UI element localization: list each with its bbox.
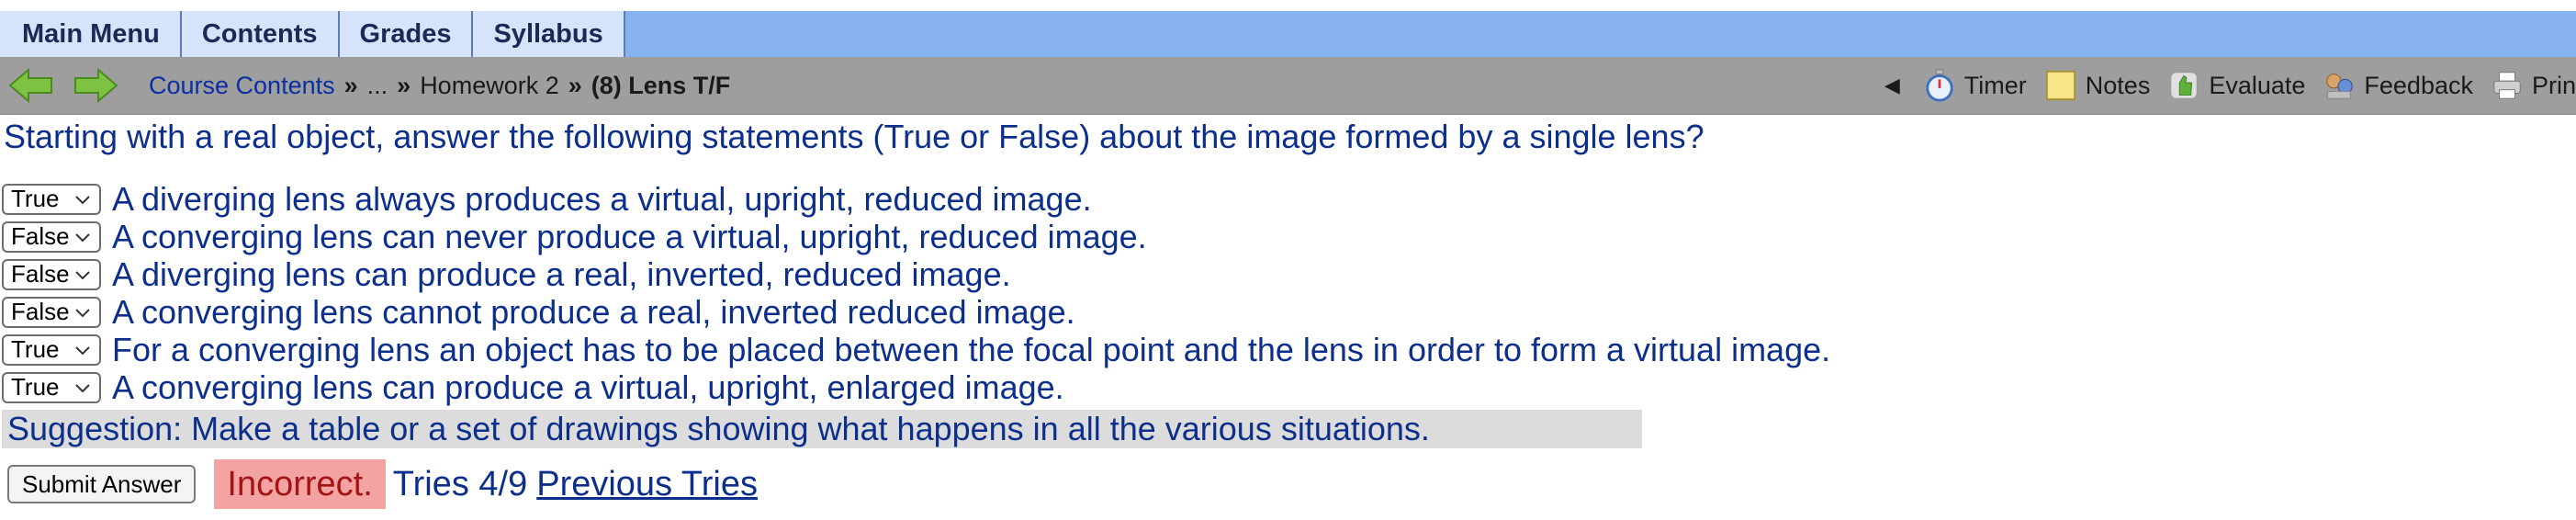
chevron-down-icon — [75, 308, 90, 317]
chevron-down-icon — [75, 195, 90, 204]
breadcrumb-current: (8) Lens T/F — [591, 71, 731, 99]
evaluate-button[interactable]: Evaluate — [2166, 68, 2305, 103]
chevron-down-icon — [75, 383, 90, 392]
statement-row: False A diverging lens can produce a rea… — [2, 255, 1830, 293]
breadcrumb-separator: » — [568, 71, 582, 99]
answer-select-value: True — [11, 335, 60, 363]
back-arrow-button[interactable] — [6, 64, 57, 107]
answer-select-value: False — [11, 222, 70, 250]
statement-row: False A converging lens can never produc… — [2, 218, 1830, 255]
answer-select-value: False — [11, 298, 70, 325]
feedback-button[interactable]: Feedback — [2322, 68, 2473, 103]
notes-icon — [2043, 68, 2078, 103]
status-badge: Incorrect. — [214, 459, 386, 509]
back-arrow-icon — [8, 67, 52, 104]
menu-tabs: Main Menu Contents Grades Syllabus — [0, 11, 2576, 57]
answer-select[interactable]: True — [2, 183, 101, 215]
answer-select[interactable]: True — [2, 371, 101, 403]
answer-controls: Submit Answer Incorrect. Tries 4/9 Previ… — [7, 459, 758, 509]
breadcrumb: Course Contents » ... » Homework 2 » (8)… — [149, 72, 730, 100]
statement-text: A diverging lens can produce a real, inv… — [112, 254, 1011, 293]
answer-select-value: False — [11, 260, 70, 288]
statement-text: A converging lens can produce a virtual,… — [112, 367, 1064, 406]
statement-row: True A diverging lens always produces a … — [2, 180, 1830, 218]
breadcrumb-homework: Homework 2 — [420, 71, 559, 99]
answer-select[interactable]: False — [2, 296, 101, 328]
previous-tries-link[interactable]: Previous Tries — [536, 465, 758, 504]
tries-count: Tries 4/9 — [392, 464, 528, 503]
answer-select-value: True — [11, 373, 60, 401]
statement-row: True For a converging lens an object has… — [2, 331, 1830, 368]
tab-main-menu[interactable]: Main Menu — [0, 11, 182, 57]
answer-select[interactable]: True — [2, 333, 101, 366]
question-text: Starting with a real object, answer the … — [4, 118, 1704, 155]
tab-grades[interactable]: Grades — [339, 11, 474, 57]
chevron-down-icon — [75, 345, 90, 355]
statement-text: A converging lens cannot produce a real,… — [112, 292, 1075, 331]
feedback-label: Feedback — [2364, 71, 2473, 99]
statement-row: True A converging lens can produce a vir… — [2, 368, 1830, 406]
collapse-icon[interactable]: ◀ — [1884, 73, 1900, 97]
timer-icon — [1922, 68, 1957, 103]
tools-bar: ◀ Timer Notes Evaluate Feedback Prin — [1884, 57, 2576, 114]
print-icon — [2490, 68, 2525, 103]
print-button[interactable]: Prin — [2490, 68, 2576, 103]
breadcrumb-separator: » — [397, 71, 411, 99]
answer-select-value: True — [11, 185, 60, 212]
suggestion-box: Suggestion: Make a table or a set of dra… — [2, 410, 1642, 448]
notes-label: Notes — [2085, 71, 2151, 99]
statement-list: True A diverging lens always produces a … — [2, 180, 1830, 406]
feedback-icon — [2322, 68, 2357, 103]
answer-select[interactable]: False — [2, 220, 101, 253]
statement-text: A diverging lens always produces a virtu… — [112, 179, 1092, 218]
timer-button[interactable]: Timer — [1922, 68, 2027, 103]
answer-select[interactable]: False — [2, 258, 101, 290]
notes-button[interactable]: Notes — [2043, 68, 2151, 103]
submit-answer-button[interactable]: Submit Answer — [7, 465, 197, 503]
print-label: Prin — [2531, 71, 2576, 99]
statement-row: False A converging lens cannot produce a… — [2, 293, 1830, 331]
forward-arrow-icon — [74, 67, 118, 104]
statement-text: A converging lens can never produce a vi… — [112, 217, 1147, 255]
breadcrumb-separator: » — [343, 71, 358, 99]
tab-syllabus[interactable]: Syllabus — [473, 11, 625, 57]
main-menu-bar: Main Menu Contents Grades Syllabus — [0, 11, 2576, 57]
forward-arrow-button[interactable] — [70, 64, 121, 107]
tab-contents[interactable]: Contents — [181, 11, 340, 57]
chevron-down-icon — [75, 270, 90, 279]
breadcrumb-course-contents[interactable]: Course Contents — [149, 72, 335, 100]
statement-text: For a converging lens an object has to b… — [112, 330, 1831, 368]
evaluate-icon — [2166, 68, 2201, 103]
breadcrumb-ellipsis: ... — [366, 71, 388, 99]
chevron-down-icon — [75, 232, 90, 242]
navigation-bar: Course Contents » ... » Homework 2 » (8)… — [0, 57, 2576, 115]
evaluate-label: Evaluate — [2209, 71, 2306, 99]
timer-label: Timer — [1963, 71, 2027, 99]
